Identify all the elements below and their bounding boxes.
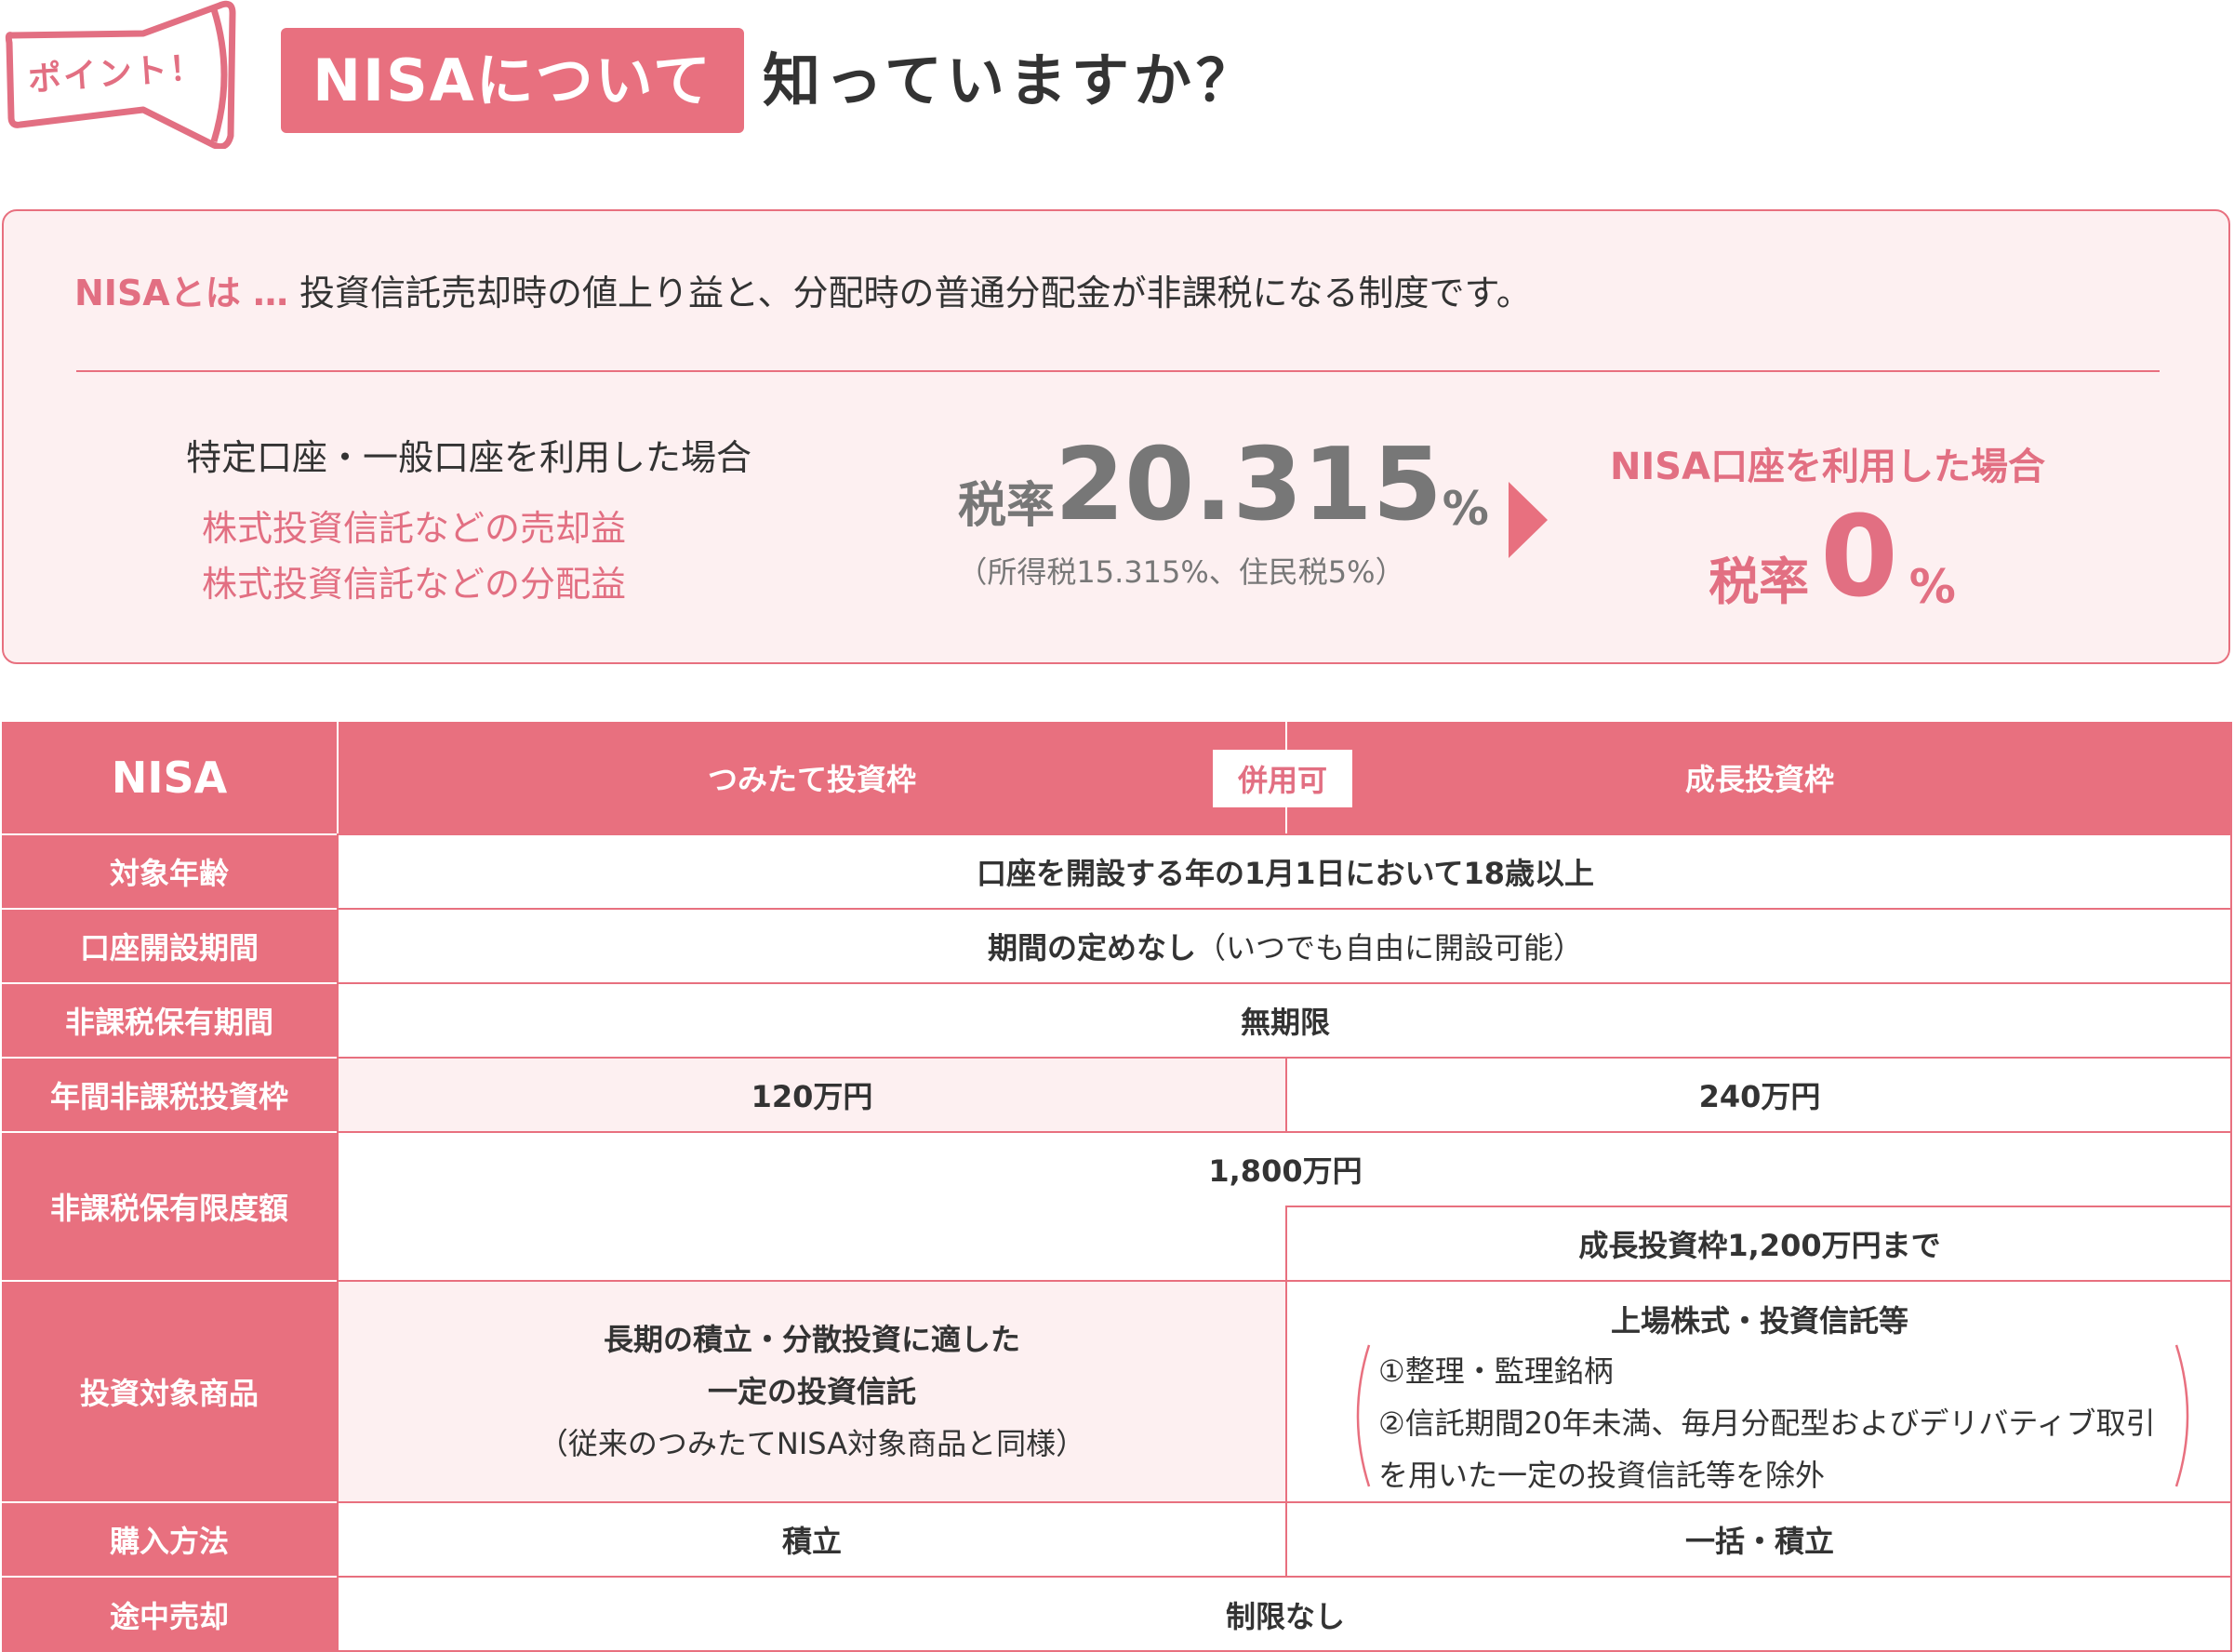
cell-products-tsumitate: 長期の積立・分散投資に適した 一定の投資信託 （従来のつみたてNISA対象商品と… bbox=[339, 1282, 1285, 1501]
label-separator bbox=[2, 1501, 337, 1503]
nisa-tax-rate: 税率 0% bbox=[1665, 502, 2000, 615]
products-tsumitate-note: （従来のつみたてNISA対象商品と同様） bbox=[538, 1426, 1086, 1461]
products-growth-exclusions: ①整理・監理銘柄 ②信託期間20年未満、毎月分配型およびデリバティブ取引 を用い… bbox=[1378, 1345, 2197, 1501]
grid-line bbox=[337, 1057, 2232, 1059]
row-label-limit: 非課税保有限度額 bbox=[2, 1133, 337, 1280]
grid-line bbox=[337, 833, 2232, 835]
grid-line bbox=[337, 1576, 2232, 1578]
products-tsumitate-line2: 一定の投資信託 bbox=[707, 1374, 916, 1409]
definition-text: 投資信託売却時の値上り益と、分配時の普通分配金が非課税になる制度です。 bbox=[287, 273, 1532, 313]
nisa-comparison-table: NISA つみたて投資枠 成長投資枠 併用可 対象年齢 口座開設期間 非課税保有… bbox=[2, 722, 2232, 1652]
divider bbox=[76, 370, 2160, 372]
grid-line bbox=[1285, 1206, 2232, 1207]
exclusion-item: ①整理・監理銘柄 bbox=[1378, 1353, 1614, 1389]
label-separator bbox=[2, 1057, 337, 1059]
cell-annual-tsumitate: 120万円 bbox=[339, 1059, 1285, 1131]
nisa-tax-rate-label: 税率 bbox=[1709, 553, 1810, 611]
cell-sale: 制限なし bbox=[339, 1578, 2232, 1652]
label-separator bbox=[2, 982, 337, 984]
label-separator bbox=[2, 1280, 337, 1282]
cell-purchase-tsumitate: 積立 bbox=[339, 1503, 1285, 1576]
cell-limit-growth: 成長投資枠1,200万円まで bbox=[1287, 1207, 2232, 1280]
combo-badge: 併用可 bbox=[1213, 750, 1352, 807]
row-label-annual: 年間非課税投資枠 bbox=[2, 1059, 337, 1131]
cell-holding: 無期限 bbox=[339, 984, 2232, 1057]
exclusion-item: ②信託期間20年未満、毎月分配型およびデリバティブ取引 bbox=[1378, 1406, 2156, 1441]
gain-item-sale: 株式投資信託などの売却益 bbox=[201, 508, 626, 549]
table-header-growth: 成長投資枠 bbox=[1287, 722, 2232, 833]
grid-line bbox=[337, 1131, 2232, 1133]
period-bold: 期間の定めなし bbox=[987, 930, 1196, 966]
grid-line bbox=[1285, 1206, 1287, 1280]
row-label-sale: 途中売却 bbox=[2, 1578, 337, 1652]
label-separator bbox=[2, 908, 337, 910]
gain-item-distribution: 株式投資信託などの分配益 bbox=[201, 564, 626, 605]
cell-age: 口座を開設する年の1月1日において18歳以上 bbox=[339, 835, 2232, 908]
cell-period: 期間の定めなし （いつでも自由に開設可能） bbox=[339, 910, 2232, 982]
table-header-tsumitate: つみたて投資枠 bbox=[339, 722, 1285, 833]
row-label-holding: 非課税保有期間 bbox=[2, 984, 337, 1057]
grid-line bbox=[337, 908, 2232, 910]
cell-products-growth: 上場株式・投資信託等 ①整理・監理銘柄 ②信託期間20年未満、毎月分配型およびデ… bbox=[1287, 1282, 2232, 1501]
normal-tax-rate: 税率20.315% bbox=[958, 435, 1489, 547]
nisa-account-case: NISA口座を利用した場合 bbox=[1609, 446, 2046, 488]
grid-line bbox=[1285, 1057, 1287, 1131]
left-bracket-icon bbox=[1356, 1344, 1371, 1487]
header-separator bbox=[337, 722, 339, 833]
cell-purchase-growth: 一括・積立 bbox=[1287, 1503, 2232, 1576]
row-label-age: 対象年齢 bbox=[2, 835, 337, 908]
label-separator bbox=[2, 1576, 337, 1578]
grid-line bbox=[2230, 833, 2232, 1652]
title-highlight: NISAについて bbox=[281, 28, 744, 133]
row-label-purchase: 購入方法 bbox=[2, 1503, 337, 1576]
grid-line bbox=[337, 1280, 2232, 1282]
normal-account-case: 特定口座・一般口座を利用した場合 bbox=[186, 437, 752, 478]
grid-line bbox=[337, 1501, 2232, 1503]
nisa-tax-rate-value: 0 bbox=[1820, 493, 1898, 622]
tax-rate-value: 20.315 bbox=[1055, 427, 1443, 543]
grid-line bbox=[1285, 1280, 1287, 1578]
period-note: （いつでも自由に開設可能） bbox=[1196, 930, 1584, 966]
products-growth-title: 上場株式・投資信託等 bbox=[1610, 1303, 1908, 1339]
table-header-label: NISA bbox=[2, 722, 337, 833]
cell-limit-empty bbox=[339, 1207, 1285, 1280]
definition-line: NISAとは … 投資信託売却時の値上り益と、分配時の普通分配金が非課税になる制… bbox=[74, 265, 1532, 321]
row-label-period: 口座開設期間 bbox=[2, 910, 337, 982]
exclusion-item: を用いた一定の投資信託等を除外 bbox=[1378, 1458, 1826, 1493]
definition-label: NISAとは … bbox=[74, 273, 288, 313]
page-title: 知っていますか？ bbox=[763, 47, 1258, 114]
arrow-right-icon bbox=[1509, 482, 1548, 558]
grid-line bbox=[337, 982, 2232, 984]
row-label-products: 投資対象商品 bbox=[2, 1282, 337, 1501]
cell-annual-growth: 240万円 bbox=[1287, 1059, 2232, 1131]
grid-line bbox=[337, 833, 339, 1652]
label-separator bbox=[2, 1131, 337, 1133]
nisa-tax-rate-unit: % bbox=[1908, 560, 1956, 614]
tax-rate-detail: （所得税15.315%、住民税5%） bbox=[957, 554, 1405, 590]
tax-rate-unit: % bbox=[1442, 482, 1489, 536]
cell-limit-total: 1,800万円 bbox=[339, 1133, 2232, 1206]
products-tsumitate-line1: 長期の積立・分散投資に適した bbox=[603, 1322, 1020, 1357]
tax-rate-label: 税率 bbox=[958, 478, 1056, 534]
right-bracket-icon bbox=[2174, 1344, 2189, 1487]
